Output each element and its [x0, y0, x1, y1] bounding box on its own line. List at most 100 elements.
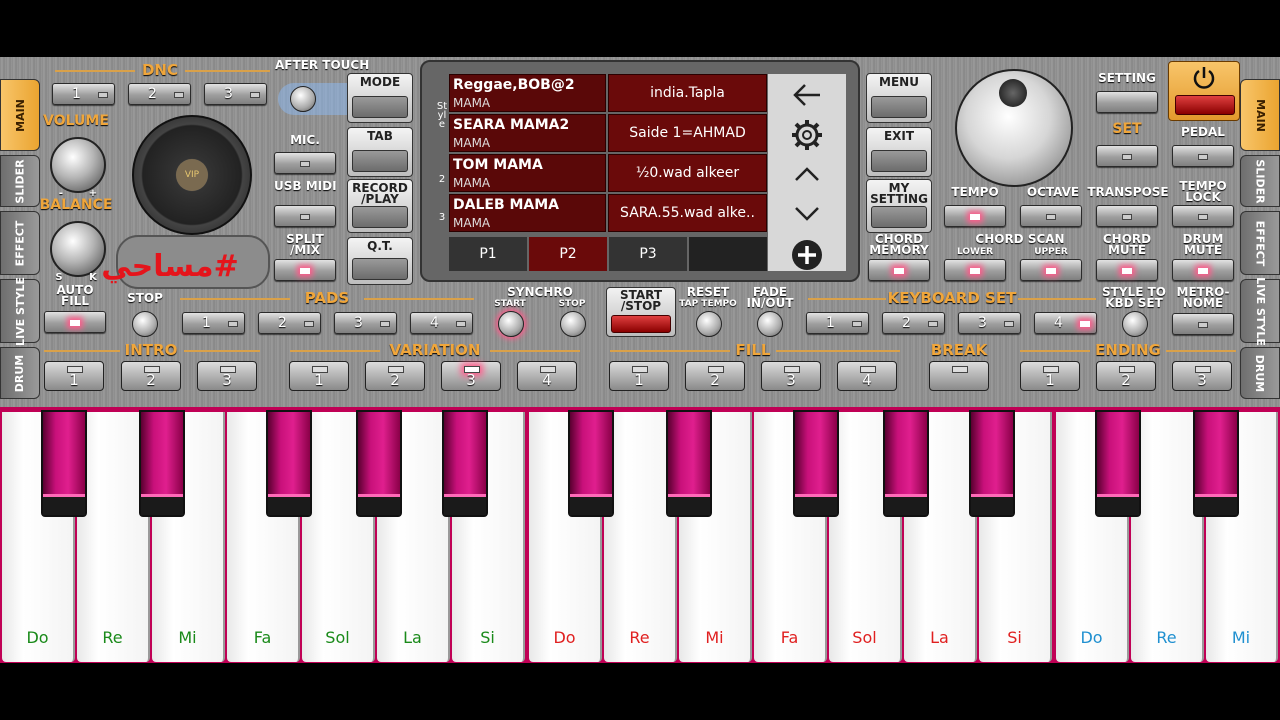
- chevron-down-icon[interactable]: [794, 206, 820, 222]
- menu-button[interactable]: MENU: [866, 73, 932, 123]
- black-key[interactable]: [356, 410, 402, 517]
- page-tab-p3[interactable]: P3: [609, 237, 687, 271]
- black-key[interactable]: [1095, 410, 1141, 517]
- right-tab-live-style[interactable]: LIVE STYLE: [1240, 277, 1280, 345]
- side-tab-live-style[interactable]: LIVE STYLE: [0, 277, 40, 345]
- kbd-set-button-3[interactable]: 3: [958, 312, 1021, 334]
- tab-button[interactable]: TAB: [347, 127, 413, 177]
- lower-label: LOWER: [956, 247, 994, 257]
- style-row[interactable]: TOM MAMA MAMA ½0.wad alkeer: [449, 154, 767, 192]
- metronome-button[interactable]: [1172, 313, 1234, 335]
- variation-button-3[interactable]: 3: [441, 361, 501, 391]
- fill-button-2[interactable]: 2: [685, 361, 745, 391]
- gear-icon[interactable]: [790, 118, 824, 152]
- side-tab-slider[interactable]: SLIDER: [0, 155, 40, 207]
- pad-button-4[interactable]: 4: [410, 312, 473, 334]
- key-note-label: Fa: [253, 628, 272, 647]
- qt-button[interactable]: Q.T.: [347, 237, 413, 285]
- ending-button-2[interactable]: 2: [1096, 361, 1156, 391]
- page-tab-p2[interactable]: P2: [529, 237, 607, 271]
- setting-button[interactable]: [1096, 91, 1158, 113]
- kbd-set-button-1[interactable]: 1: [806, 312, 869, 334]
- power-button[interactable]: [1168, 61, 1240, 121]
- mic-button[interactable]: [274, 152, 336, 174]
- black-key[interactable]: [793, 410, 839, 517]
- my-setting-button[interactable]: MY SETTING: [866, 179, 932, 233]
- black-key[interactable]: [969, 410, 1015, 517]
- style-to-kbd-knob[interactable]: [1122, 311, 1148, 337]
- pedal-button[interactable]: [1172, 145, 1234, 167]
- fill-button-1[interactable]: 1: [609, 361, 669, 391]
- record-play-button[interactable]: RECORD /PLAY: [347, 179, 413, 233]
- pad-button-1[interactable]: 1: [182, 312, 245, 334]
- right-tab-main[interactable]: MAIN: [1240, 79, 1280, 151]
- black-key[interactable]: [266, 410, 312, 517]
- reset-knob[interactable]: [696, 311, 722, 337]
- mode-button[interactable]: MODE: [347, 73, 413, 123]
- octave-button[interactable]: [1020, 205, 1082, 227]
- black-key[interactable]: [139, 410, 185, 517]
- variation-button-4[interactable]: 4: [517, 361, 577, 391]
- usb-midi-button[interactable]: [274, 205, 336, 227]
- black-key[interactable]: [666, 410, 712, 517]
- right-tab-drum[interactable]: DRUM: [1240, 347, 1280, 399]
- synchro-start-knob[interactable]: [498, 311, 524, 337]
- black-key[interactable]: [568, 410, 614, 517]
- chevron-up-icon[interactable]: [794, 166, 820, 182]
- style-row[interactable]: SEARA MAMA2 MAMA Saide 1=AHMAD: [449, 114, 767, 152]
- split-mix-button[interactable]: [274, 259, 336, 281]
- chord-memory-button[interactable]: [868, 259, 930, 281]
- tempo-button[interactable]: [944, 205, 1006, 227]
- after-touch-knob[interactable]: [290, 86, 316, 112]
- ending-button-1[interactable]: 1: [1020, 361, 1080, 391]
- master-knob[interactable]: [955, 69, 1073, 187]
- auto-fill-button[interactable]: [44, 311, 106, 333]
- variation-button-2[interactable]: 2: [365, 361, 425, 391]
- synchro-stop-knob[interactable]: [560, 311, 586, 337]
- button-number: 2: [902, 315, 911, 331]
- add-circle-icon[interactable]: [790, 238, 824, 272]
- side-tab-effect[interactable]: EFFECT: [0, 211, 40, 275]
- chord-scan-lower-button[interactable]: [944, 259, 1006, 281]
- style-row[interactable]: Reggae,BOB@2 MAMA india.Tapla: [449, 74, 767, 112]
- page-tab-p1[interactable]: P1: [449, 237, 527, 271]
- fill-button-4[interactable]: 4: [837, 361, 897, 391]
- transpose-button[interactable]: [1096, 205, 1158, 227]
- dnc-button-1[interactable]: 1: [52, 83, 115, 105]
- black-key[interactable]: [883, 410, 929, 517]
- fill-button-3[interactable]: 3: [761, 361, 821, 391]
- intro-button-1[interactable]: 1: [44, 361, 104, 391]
- ending-button-3[interactable]: 3: [1172, 361, 1232, 391]
- dnc-button-3[interactable]: 3: [204, 83, 267, 105]
- pad-button-3[interactable]: 3: [334, 312, 397, 334]
- chord-mute-button[interactable]: [1096, 259, 1158, 281]
- exit-button[interactable]: EXIT: [866, 127, 932, 177]
- volume-knob[interactable]: [50, 137, 106, 193]
- fade-knob[interactable]: [757, 311, 783, 337]
- chord-scan-upper-button[interactable]: [1020, 259, 1082, 281]
- set-button[interactable]: [1096, 145, 1158, 167]
- intro-button-2[interactable]: 2: [121, 361, 181, 391]
- drum-mute-button[interactable]: [1172, 259, 1234, 281]
- button-number: 1: [314, 371, 324, 389]
- start-stop-button[interactable]: START /STOP: [606, 287, 676, 337]
- style-row[interactable]: DALEB MAMA MAMA SARA.55.wad alke..: [449, 194, 767, 232]
- back-arrow-icon[interactable]: [792, 82, 822, 108]
- stop-knob[interactable]: [132, 311, 158, 337]
- black-key[interactable]: [1193, 410, 1239, 517]
- right-tab-effect[interactable]: EFFECT: [1240, 211, 1280, 275]
- pad-button-2[interactable]: 2: [258, 312, 321, 334]
- side-tab-drum[interactable]: DRUM: [0, 347, 40, 399]
- black-key[interactable]: [442, 410, 488, 517]
- kbd-set-button-2[interactable]: 2: [882, 312, 945, 334]
- dnc-button-2[interactable]: 2: [128, 83, 191, 105]
- right-tab-slider[interactable]: SLIDER: [1240, 155, 1280, 207]
- break-button[interactable]: [929, 361, 989, 391]
- kbd-set-button-4[interactable]: 4: [1034, 312, 1097, 334]
- tempo-lock-button[interactable]: [1172, 205, 1234, 227]
- side-tab-main[interactable]: MAIN: [0, 79, 40, 151]
- black-key[interactable]: [41, 410, 87, 517]
- button-number: 1: [826, 315, 835, 331]
- variation-button-1[interactable]: 1: [289, 361, 349, 391]
- intro-button-3[interactable]: 3: [197, 361, 257, 391]
